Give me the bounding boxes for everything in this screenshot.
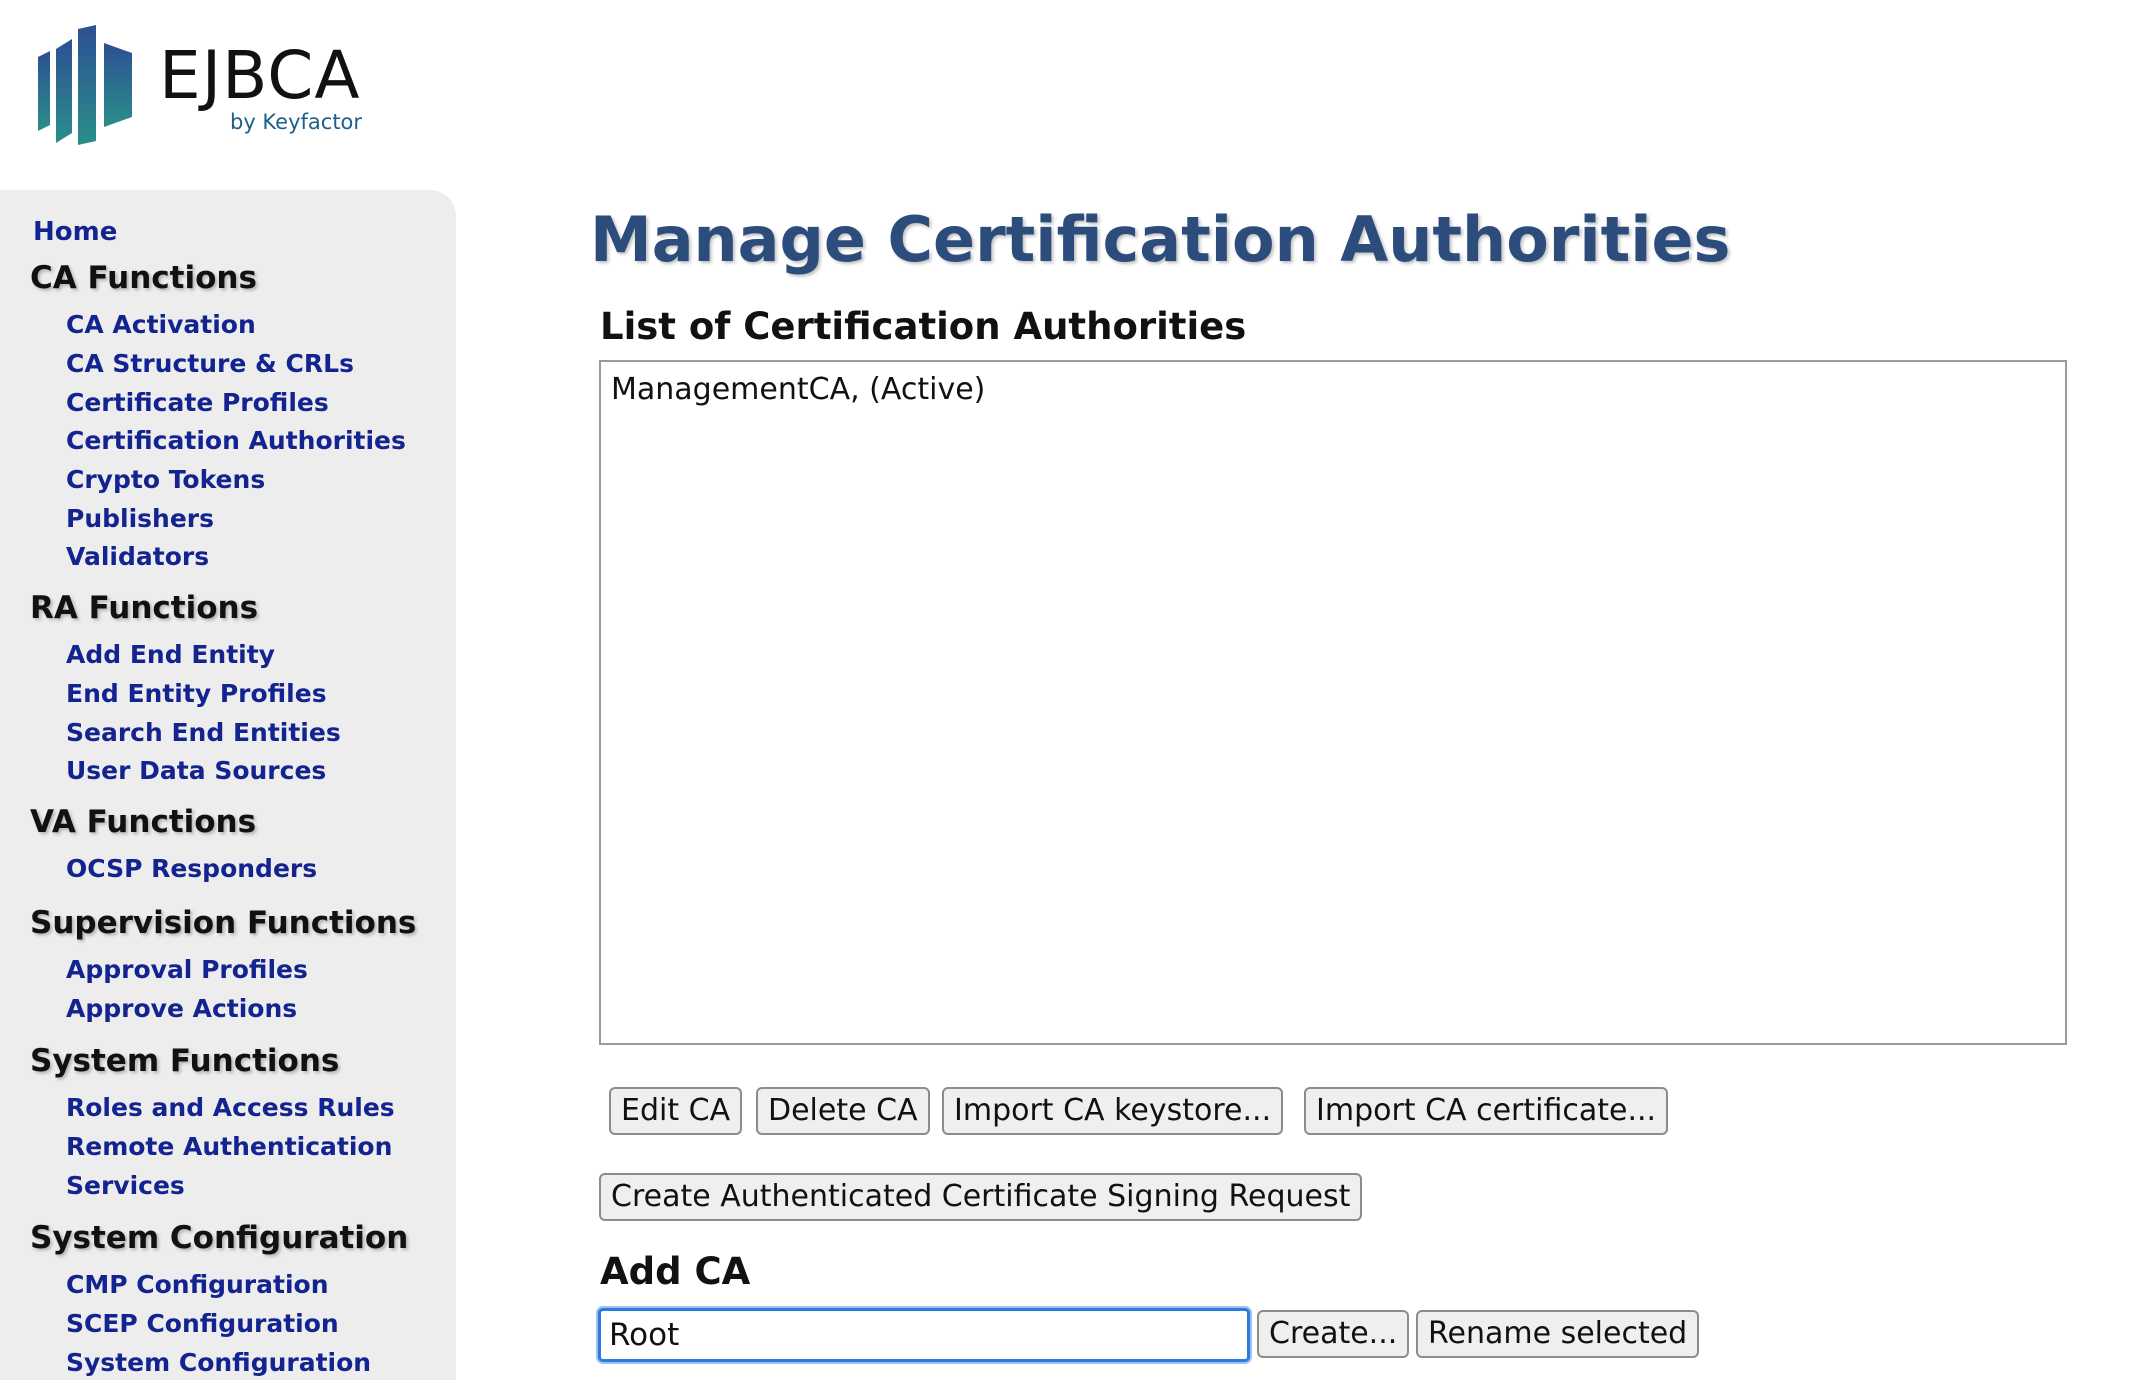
nav-link-cmp-configuration[interactable]: CMP Configuration [66,1270,329,1299]
nav-heading: Supervision Functions [30,905,417,941]
nav-link-scep-configuration[interactable]: SCEP Configuration [66,1309,339,1338]
nav-link-ocsp-responders[interactable]: OCSP Responders [66,854,317,883]
nav-link-publishers[interactable]: Publishers [66,504,214,533]
nav-link-certificate-profiles[interactable]: Certificate Profiles [66,388,329,417]
nav-link-certification-authorities[interactable]: Certification Authorities [66,426,406,455]
logo-wordmark: EJBCA [159,37,361,114]
ca-list-item[interactable]: ManagementCA, (Active) [611,372,985,407]
nav-heading: System Functions [30,1043,340,1079]
nav-link-system-configuration[interactable]: System Configuration [66,1348,371,1377]
nav-link-ca-structure-crls[interactable]: CA Structure & CRLs [66,349,354,378]
nav-heading: CA Functions [30,260,257,296]
rename-selected-button[interactable]: Rename selected [1416,1310,1700,1358]
nav-link-approve-actions[interactable]: Approve Actions [66,994,297,1023]
nav-link-roles-access-rules[interactable]: Roles and Access Rules [66,1093,395,1122]
logo-tagline: by Keyfactor [230,110,363,134]
nav-link-end-entity-profiles[interactable]: End Entity Profiles [66,679,327,708]
nav-link-user-data-sources[interactable]: User Data Sources [66,756,326,785]
nav-home-link[interactable]: Home [33,217,117,247]
nav-link-validators[interactable]: Validators [66,542,209,571]
delete-ca-button[interactable]: Delete CA [756,1087,930,1135]
nav-link-ca-activation[interactable]: CA Activation [66,310,256,339]
page-title: Manage Certification Authorities [590,203,1731,276]
nav-heading: System Configuration [30,1220,409,1256]
ejbca-logo[interactable]: EJBCA by Keyfactor [36,25,376,150]
nav-heading: VA Functions [30,804,257,840]
import-ca-certificate-button[interactable]: Import CA certificate... [1304,1087,1669,1135]
logo-bars-icon [38,25,132,145]
import-ca-keystore-button[interactable]: Import CA keystore... [942,1087,1284,1135]
ca-listbox[interactable]: ManagementCA, (Active) [599,360,2067,1045]
sidebar-nav: Home CA Functions CA Activation CA Struc… [0,190,456,1380]
create-ca-button[interactable]: Create... [1257,1310,1410,1358]
ca-list-heading: List of Certification Authorities [600,305,1247,348]
ca-name-input[interactable] [598,1308,1250,1362]
nav-link-approval-profiles[interactable]: Approval Profiles [66,955,308,984]
add-ca-heading: Add CA [600,1250,751,1293]
nav-heading: RA Functions [30,590,259,626]
nav-link-crypto-tokens[interactable]: Crypto Tokens [66,465,265,494]
nav-link-add-end-entity[interactable]: Add End Entity [66,640,275,669]
create-csr-button[interactable]: Create Authenticated Certificate Signing… [599,1173,1363,1221]
edit-ca-button[interactable]: Edit CA [609,1087,743,1135]
nav-link-search-end-entities[interactable]: Search End Entities [66,718,341,747]
nav-link-remote-authentication[interactable]: Remote Authentication [66,1132,392,1161]
nav-link-services[interactable]: Services [66,1171,185,1200]
